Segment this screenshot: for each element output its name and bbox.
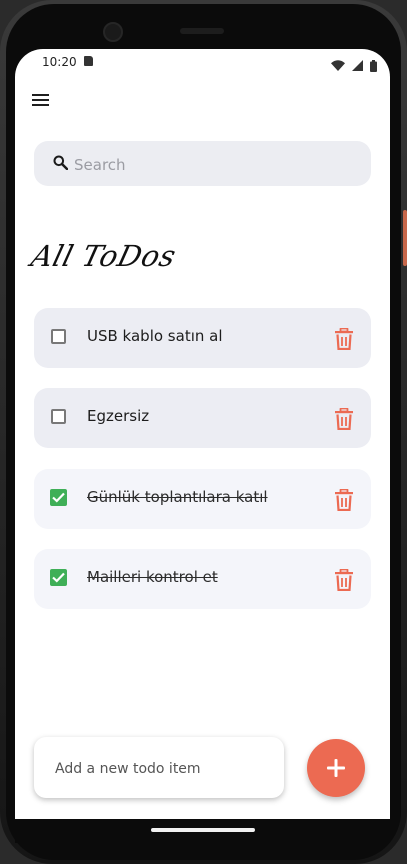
todo-checkbox[interactable] [50,569,67,586]
status-icons [329,55,377,72]
todo-text: USB kablo satın al [87,327,223,345]
search-input[interactable] [72,141,356,188]
search-icon [53,155,68,170]
delete-icon[interactable] [335,488,353,512]
todo-checkbox[interactable] [51,409,66,424]
signal-icon [351,60,363,71]
wifi-icon [330,60,345,71]
status-bar: 10:20 [15,49,390,75]
status-time: 10:20 [42,55,77,69]
battery-icon [370,59,377,72]
front-camera [103,22,123,42]
delete-icon[interactable] [335,407,353,431]
add-todo-input[interactable] [53,737,277,800]
todo-item[interactable]: Egzersiz [34,388,371,448]
todo-item[interactable]: USB kablo satın al [34,308,371,368]
todo-item[interactable]: Mailleri kontrol et [34,549,371,609]
add-todo-button[interactable] [307,739,365,797]
power-button [403,210,407,266]
todo-checkbox[interactable] [51,329,66,344]
app-screen: 10:20 All ToDos [15,49,390,819]
delete-icon[interactable] [335,568,353,592]
todo-text: Mailleri kontrol et [87,568,218,586]
sd-card-icon [84,56,93,66]
menu-icon[interactable] [32,91,52,109]
plus-icon [327,759,345,777]
todo-text: Egzersiz [87,407,150,425]
search-bar[interactable] [34,141,371,188]
add-todo-box [34,737,284,800]
todo-item[interactable]: Günlük toplantılara katıl [34,469,371,529]
delete-icon[interactable] [335,327,353,351]
todo-text: Günlük toplantılara katıl [87,488,268,506]
todo-checkbox[interactable] [50,489,67,506]
earpiece-speaker [180,28,224,34]
page-title: All ToDos [27,239,180,273]
home-indicator[interactable] [151,828,255,832]
